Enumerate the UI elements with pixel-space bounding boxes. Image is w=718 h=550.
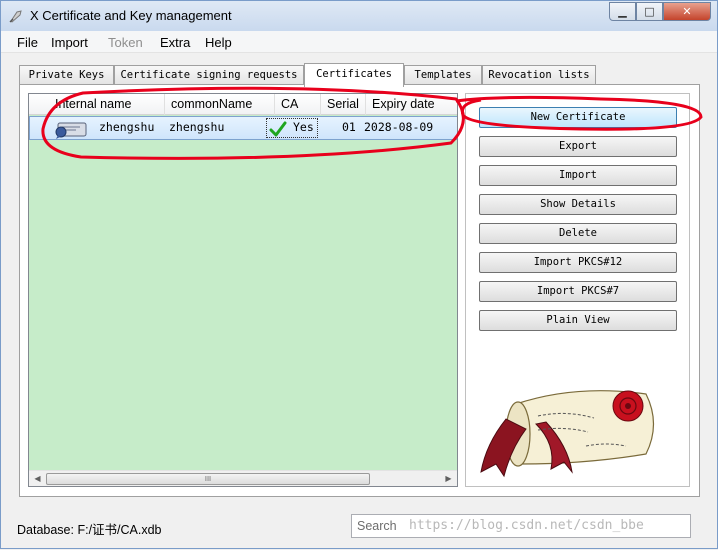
cell-internal-name: zhengshu	[99, 120, 155, 134]
ca-cell: Yes	[266, 118, 318, 138]
menu-import[interactable]: Import	[51, 35, 88, 50]
menu-token[interactable]: Token	[108, 35, 143, 50]
plain-view-button[interactable]: Plain View	[479, 310, 677, 331]
column-ca[interactable]: CA	[275, 94, 321, 115]
import-pkcs12-button[interactable]: Import PKCS#12	[479, 252, 677, 273]
database-path: Database: F:/证书/CA.xdb	[17, 523, 162, 537]
certificate-list[interactable]: Internal name commonName CA Serial Expir…	[28, 93, 458, 487]
tab-revocation-lists[interactable]: Revocation lists	[482, 65, 596, 85]
minimize-button[interactable]: ▁	[609, 2, 636, 21]
delete-button[interactable]: Delete	[479, 223, 677, 244]
maximize-button[interactable]: □	[636, 2, 663, 21]
scroll-thumb[interactable]: III	[46, 473, 370, 485]
scroll-right-icon[interactable]: ▶	[440, 471, 457, 486]
scroll-logo	[476, 384, 666, 479]
table-row[interactable]: zhengshu zhengshu Yes 01 2028-08-09	[29, 116, 457, 140]
import-pkcs7-button[interactable]: Import PKCS#7	[479, 281, 677, 302]
column-common-name[interactable]: commonName	[165, 94, 275, 115]
window-title: X Certificate and Key management	[30, 8, 232, 23]
app-icon	[8, 8, 24, 24]
title-bar[interactable]: X Certificate and Key management ▁ □ ✕	[1, 1, 717, 31]
column-internal-name[interactable]: Internal name	[29, 94, 165, 115]
action-panel: New Certificate Export Import Show Detai…	[465, 93, 690, 487]
menu-extra[interactable]: Extra	[160, 35, 190, 50]
cell-ca: Yes	[293, 120, 314, 134]
menu-bar: File Import Token Extra Help	[1, 31, 717, 53]
horizontal-scrollbar[interactable]: ◀ III ▶	[29, 470, 457, 486]
tab-csr[interactable]: Certificate signing requests	[114, 65, 304, 85]
list-header: Internal name commonName CA Serial Expir…	[29, 94, 457, 115]
export-button[interactable]: Export	[479, 136, 677, 157]
search-input[interactable]	[352, 515, 690, 537]
cell-expiry: 2028-08-09	[364, 120, 434, 134]
scroll-left-icon[interactable]: ◀	[29, 471, 46, 486]
column-serial[interactable]: Serial	[321, 94, 366, 115]
show-details-button[interactable]: Show Details	[479, 194, 677, 215]
menu-file[interactable]: File	[17, 35, 38, 50]
menu-help[interactable]: Help	[205, 35, 232, 50]
certificate-icon	[52, 119, 88, 139]
search-box[interactable]	[351, 514, 691, 538]
column-expiry-date[interactable]: Expiry date	[366, 94, 457, 115]
import-button[interactable]: Import	[479, 165, 677, 186]
app-window: X Certificate and Key management ▁ □ ✕ F…	[0, 0, 718, 549]
close-button[interactable]: ✕	[663, 2, 711, 21]
tab-certificates[interactable]: Certificates	[304, 63, 404, 87]
status-bar: Database: F:/证书/CA.xdb https://blog.csdn…	[1, 506, 717, 548]
certificates-panel: Internal name commonName CA Serial Expir…	[19, 84, 700, 497]
checkmark-icon	[269, 120, 287, 138]
tab-private-keys[interactable]: Private Keys	[19, 65, 114, 85]
cell-common-name: zhengshu	[169, 120, 225, 134]
cell-serial: 01	[342, 120, 356, 134]
tab-templates[interactable]: Templates	[404, 65, 482, 85]
new-certificate-button[interactable]: New Certificate	[479, 107, 677, 128]
